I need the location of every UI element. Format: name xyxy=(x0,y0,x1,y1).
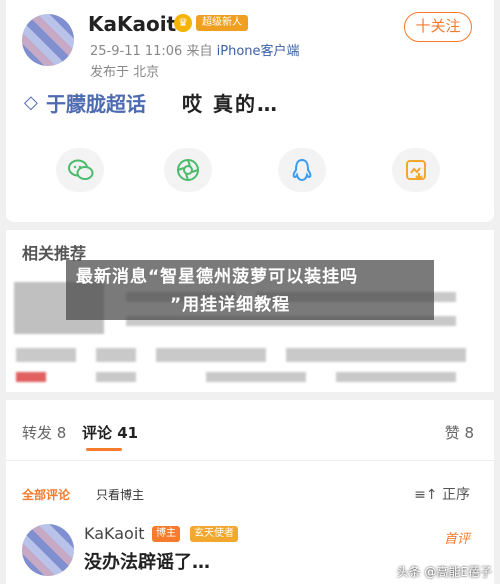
post-text: 哎 真的… xyxy=(182,92,279,116)
post-source[interactable]: iPhone客户端 xyxy=(217,44,300,59)
related-text-line xyxy=(16,372,46,382)
super-topic-icon: ◇ xyxy=(24,92,38,113)
related-text-line xyxy=(156,348,266,362)
tab-divider xyxy=(6,460,494,461)
related-text-line xyxy=(206,372,306,382)
related-text-line xyxy=(336,372,456,382)
author-badge: 超级新人 xyxy=(196,15,248,31)
post-from: 来自 xyxy=(186,44,213,59)
post-card: KaKaoit ♛ 超级新人 25-9-11 11:06 来自 iPhone客户… xyxy=(6,0,494,222)
post-location: 发布于 北京 xyxy=(90,65,160,80)
share-row xyxy=(6,148,494,192)
sort-order-button[interactable]: ≡↑ 正序 xyxy=(414,484,470,504)
follow-button[interactable]: 十关注 xyxy=(404,12,472,42)
author-avatar[interactable] xyxy=(22,14,74,66)
share-wechat-button[interactable] xyxy=(56,148,104,192)
post-meta: 25-9-11 11:06 来自 iPhone客户端 xyxy=(90,40,300,59)
related-text-line xyxy=(96,372,136,382)
author-badge: 博主 xyxy=(152,526,180,542)
sort-icon: ≡↑ xyxy=(414,487,438,503)
related-text-line xyxy=(16,348,76,362)
comment-text: 没办法辟谣了… xyxy=(84,552,210,573)
tab-repost[interactable]: 转发 8 xyxy=(22,422,66,443)
related-text-line xyxy=(286,348,466,362)
super-topic-link[interactable]: 于朦胧超话 xyxy=(46,88,146,117)
source-watermark: 头条 @高能E蓓子 xyxy=(396,565,492,579)
tab-comments[interactable]: 评论 41 xyxy=(82,422,138,443)
first-comment-tag: 首评 xyxy=(443,532,470,547)
related-text-line xyxy=(96,348,136,362)
save-image-button[interactable] xyxy=(392,148,440,192)
filter-author-only[interactable]: 只看博主 xyxy=(96,486,144,503)
active-tab-indicator xyxy=(86,448,122,451)
headline-line-2: ”用挂详细教程 xyxy=(170,295,291,315)
filter-all-comments[interactable]: 全部评论 xyxy=(22,486,70,503)
vip-crown-icon: ♛ xyxy=(174,14,192,32)
moments-icon xyxy=(177,159,199,181)
share-qq-button[interactable] xyxy=(278,148,326,192)
sort-label: 正序 xyxy=(442,487,470,503)
headline-line-1: 最新消息“智星德州菠萝可以装挂吗 xyxy=(76,267,359,287)
tab-likes[interactable]: 赞 8 xyxy=(445,422,474,443)
comments-card: 转发 8 评论 41 赞 8 全部评论 只看博主 ≡↑ 正序 KaKaoit 博… xyxy=(6,400,494,584)
commenter-avatar[interactable] xyxy=(22,524,74,576)
share-moments-button[interactable] xyxy=(164,148,212,192)
wechat-icon xyxy=(68,159,94,180)
author-name[interactable]: KaKaoit xyxy=(88,12,176,36)
save-image-icon xyxy=(406,160,426,181)
commenter-name[interactable]: KaKaoit xyxy=(84,524,145,543)
qq-icon xyxy=(292,158,312,182)
fan-badge: 玄天使者 xyxy=(190,526,238,542)
post-time: 25-9-11 11:06 xyxy=(90,44,183,59)
